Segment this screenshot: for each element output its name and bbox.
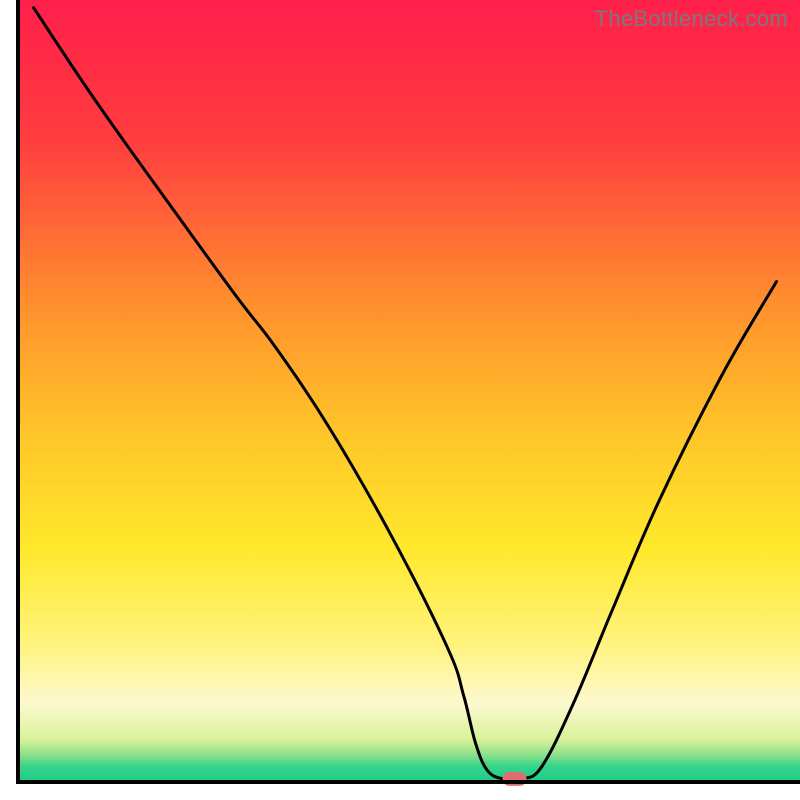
bottleneck-chart: TheBottleneck.com bbox=[0, 0, 800, 800]
gradient-background bbox=[18, 0, 800, 782]
attribution-label: TheBottleneck.com bbox=[595, 6, 788, 32]
chart-canvas bbox=[0, 0, 800, 800]
